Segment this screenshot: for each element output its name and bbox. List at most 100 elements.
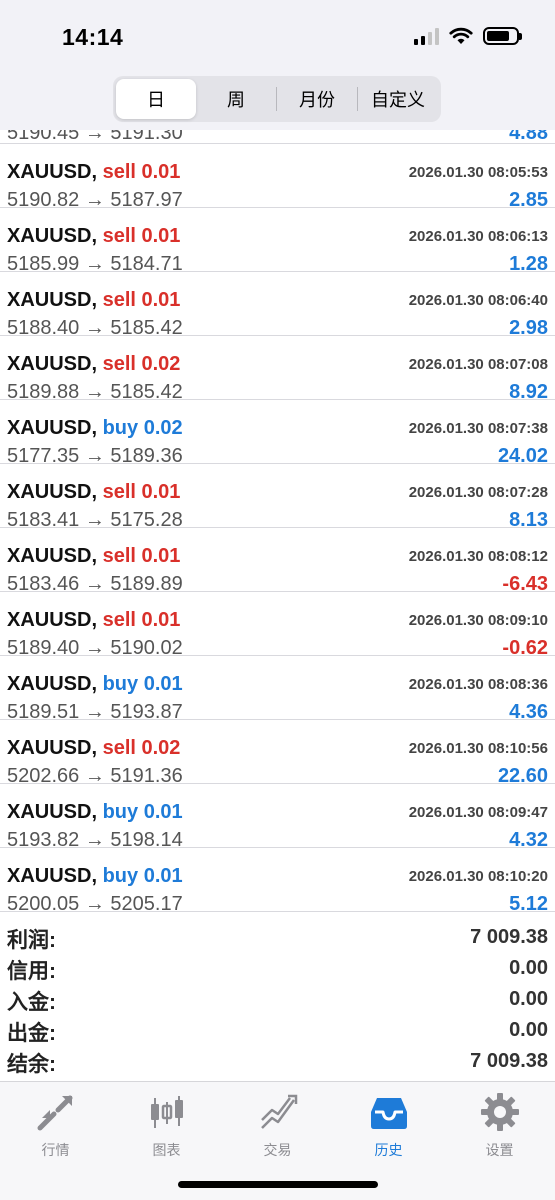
trade-side: buy: [102, 417, 139, 439]
tab-history[interactable]: 历史: [333, 1090, 444, 1160]
tab-label: 行情: [41, 1142, 70, 1158]
trade-symbol: XAUUSD,: [7, 737, 98, 759]
tab-label: 设置: [485, 1142, 514, 1158]
trade-row[interactable]: XAUUSD, sell 0.01 2026.01.30 08:06:40 5188…: [0, 272, 555, 339]
period-tab-custom[interactable]: 自定义: [358, 79, 438, 119]
trade-volume: 0.01: [141, 609, 181, 631]
settings-icon: [481, 1093, 519, 1131]
home-indicator: [178, 1181, 378, 1188]
trade-row[interactable]: XAUUSD, sell 0.01 2026.01.30 08:06:13 5185…: [0, 208, 555, 275]
trade-volume: 0.01: [141, 289, 181, 311]
trade-title: XAUUSD, sell 0.01: [7, 289, 180, 312]
trade-volume: 0.02: [141, 737, 181, 759]
trade-side: sell: [102, 609, 136, 631]
chart-icon: [151, 1096, 183, 1128]
trade-volume: 0.01: [143, 865, 183, 887]
tab-label: 历史: [374, 1142, 403, 1158]
trade-row[interactable]: XAUUSD, sell 0.02 2026.01.30 08:07:08 5189…: [0, 336, 555, 403]
trade-prices: 5183.46 → 5189.89: [7, 573, 183, 595]
trade-symbol: XAUUSD,: [7, 801, 98, 823]
trade-icon: [261, 1094, 298, 1129]
trade-title: XAUUSD, buy 0.01: [7, 801, 183, 824]
trade-title: XAUUSD, sell 0.01: [7, 545, 180, 568]
trade-symbol: XAUUSD,: [7, 289, 98, 311]
trade-volume: 0.01: [141, 161, 181, 183]
trade-row[interactable]: XAUUSD, buy 0.01 2026.01.30 08:10:20 5200.…: [0, 848, 555, 915]
trade-prices: 5177.35 → 5189.36: [7, 445, 183, 467]
trade-side: sell: [102, 353, 136, 375]
period-tab-week[interactable]: 周: [196, 79, 276, 119]
trade-prices: 5193.82 → 5198.14: [7, 829, 183, 851]
trade-side: sell: [102, 737, 136, 759]
tab-quotes[interactable]: 行情: [0, 1090, 111, 1160]
trade-time: 2026.01.30 08:07:08: [408, 356, 548, 373]
trade-symbol: XAUUSD,: [7, 161, 98, 183]
tab-chart[interactable]: 图表: [111, 1090, 222, 1160]
trade-profit: -0.62: [502, 637, 548, 659]
trade-time: 2026.01.30 08:08:36: [408, 676, 548, 693]
trade-prices: 5200.05 → 5205.17: [7, 893, 183, 915]
trade-symbol: XAUUSD,: [7, 225, 98, 247]
quotes-icon: [37, 1095, 73, 1131]
summary-credit: 信用: 0.00: [0, 953, 555, 984]
trade-profit: 4.36: [509, 701, 548, 723]
trade-row[interactable]: XAUUSD, buy 0.01 2026.01.30 08:09:47 5193.…: [0, 784, 555, 851]
period-segmented-control: 日 周 月份 自定义: [113, 76, 441, 122]
trade-volume: 0.01: [143, 673, 183, 695]
history-icon: [371, 1098, 407, 1129]
trade-symbol: XAUUSD,: [7, 865, 98, 887]
list-item-partial[interactable]: 5190.45 → 5191.30 4.88: [0, 130, 555, 144]
trade-prices: 5185.99 → 5184.71: [7, 253, 183, 275]
trade-symbol: XAUUSD,: [7, 673, 98, 695]
trade-row[interactable]: XAUUSD, sell 0.01 2026.01.30 08:09:10 5189…: [0, 592, 555, 659]
trade-title: XAUUSD, buy 0.02: [7, 417, 183, 440]
summary-profit: 利润: 7 009.38: [0, 922, 555, 953]
trade-profit: 2.85: [509, 189, 548, 211]
trade-title: XAUUSD, sell 0.01: [7, 161, 180, 184]
trade-history-list: 5190.45 → 5191.30 4.88 XAUUSD, sell 0.01…: [0, 130, 555, 1077]
cellular-signal-icon: [414, 27, 439, 45]
trade-time: 2026.01.30 08:07:28: [408, 484, 548, 501]
summary-value: 7 009.38: [470, 926, 548, 948]
trade-row[interactable]: XAUUSD, buy 0.02 2026.01.30 08:07:38 5177.…: [0, 400, 555, 467]
trade-row[interactable]: XAUUSD, buy 0.01 2026.01.30 08:08:36 5189.…: [0, 656, 555, 723]
tab-settings[interactable]: 设置: [444, 1090, 555, 1160]
status-icons: [414, 26, 522, 46]
trade-volume: 0.01: [141, 225, 181, 247]
trade-prices: 5190.82 → 5187.97: [7, 189, 183, 211]
trade-profit: 24.02: [497, 445, 548, 467]
trade-side: buy: [102, 865, 139, 887]
trade-row[interactable]: XAUUSD, sell 0.02 2026.01.30 08:10:56 5202…: [0, 720, 555, 786]
trade-volume: 0.01: [141, 481, 181, 503]
summary-value: 0.00: [509, 988, 548, 1010]
trade-volume: 0.01: [141, 545, 181, 567]
trade-prices: 5189.88 → 5185.42: [7, 381, 183, 403]
summary-value: 0.00: [509, 1019, 548, 1041]
trade-row[interactable]: XAUUSD, sell 0.01 2026.01.30 08:08:12 5183…: [0, 528, 555, 595]
tab-label: 交易: [263, 1142, 292, 1158]
trade-time: 2026.01.30 08:09:47: [408, 804, 548, 821]
battery-icon: [483, 27, 522, 45]
trade-time: 2026.01.30 08:06:40: [408, 292, 548, 309]
trade-prices: 5183.41 → 5175.28: [7, 509, 183, 531]
tab-label: 图表: [152, 1142, 181, 1158]
trade-row[interactable]: XAUUSD, sell 0.01 2026.01.30 08:05:53 5190…: [0, 144, 555, 211]
trade-time: 2026.01.30 08:10:56: [408, 740, 548, 757]
summary-label: 信用:: [7, 960, 56, 983]
tab-trade[interactable]: 交易: [222, 1090, 333, 1160]
period-tab-day[interactable]: 日: [116, 79, 196, 119]
trade-title: XAUUSD, buy 0.01: [7, 865, 183, 888]
trade-profit: 1.28: [509, 253, 548, 275]
trade-title: XAUUSD, sell 0.01: [7, 481, 180, 504]
trade-side: sell: [102, 161, 136, 183]
trade-symbol: XAUUSD,: [7, 353, 98, 375]
trade-symbol: XAUUSD,: [7, 417, 98, 439]
trade-prices: 5189.51 → 5193.87: [7, 701, 183, 723]
trade-time: 2026.01.30 08:09:10: [408, 612, 548, 629]
period-tab-month[interactable]: 月份: [277, 79, 357, 119]
trade-symbol: XAUUSD,: [7, 545, 98, 567]
trade-title: XAUUSD, sell 0.02: [7, 353, 180, 376]
trade-prices: 5188.40 → 5185.42: [7, 317, 183, 339]
trade-row[interactable]: XAUUSD, sell 0.01 2026.01.30 08:07:28 5183…: [0, 464, 555, 531]
trade-time: 2026.01.30 08:08:12: [408, 548, 548, 565]
